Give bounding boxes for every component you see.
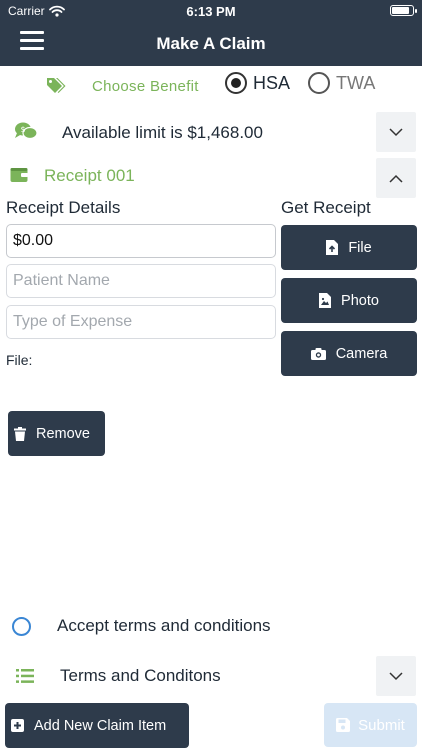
remove-button-label: Remove	[36, 425, 90, 442]
twa-label[interactable]: TWA	[336, 73, 375, 94]
limit-expand-button[interactable]	[376, 112, 416, 152]
terms-expand-button[interactable]	[376, 656, 416, 696]
patient-name-field[interactable]: Patient Name	[6, 264, 276, 298]
benefit-selector: Choose Benefit HSA TWA	[0, 68, 422, 102]
camera-icon	[310, 347, 326, 360]
top-navigation-bar: Carrier 6:13 PM Make A Claim	[0, 0, 422, 66]
receipt-collapse-button[interactable]	[376, 158, 416, 198]
submit-label: Submit	[358, 716, 405, 734]
file-button-label: File	[348, 239, 372, 256]
expense-type-field[interactable]: Type of Expense	[6, 305, 276, 339]
accept-terms-radio[interactable]	[12, 617, 31, 636]
terms-section-title: Terms and Conditons	[60, 666, 221, 685]
receipt-title: Receipt 001	[44, 166, 135, 185]
twa-radio[interactable]	[308, 72, 330, 94]
list-icon	[16, 669, 34, 683]
add-claim-item-button[interactable]: Add New Claim Item	[5, 703, 189, 748]
photo-button-label: Photo	[341, 292, 379, 309]
accept-terms-label: Accept terms and conditions	[57, 616, 271, 635]
chevron-down-icon	[389, 127, 403, 136]
remove-button[interactable]: Remove	[8, 411, 105, 456]
save-icon	[336, 718, 351, 732]
amount-field[interactable]: $0.00	[6, 224, 276, 258]
available-limit-text: Available limit is $1,468.00	[62, 123, 263, 142]
camera-button[interactable]: Camera	[281, 331, 417, 376]
add-claim-item-label: Add New Claim Item	[34, 717, 167, 734]
camera-button-label: Camera	[335, 345, 388, 362]
accept-terms-row[interactable]: Accept terms and conditions	[0, 606, 422, 646]
plus-square-icon	[11, 719, 24, 732]
battery-level-fill	[392, 7, 409, 14]
file-label: File:	[6, 352, 33, 368]
file-upload-icon	[326, 240, 339, 255]
wallet-icon	[10, 168, 28, 182]
money-chat-icon: $	[15, 122, 38, 140]
chevron-up-icon	[389, 174, 403, 183]
hsa-label[interactable]: HSA	[253, 73, 290, 94]
page-title: Make A Claim	[156, 34, 266, 53]
battery-icon	[390, 5, 417, 16]
status-time: 6:13 PM	[186, 4, 236, 19]
file-button[interactable]: File	[281, 225, 417, 270]
photo-button[interactable]: Photo	[281, 278, 417, 323]
receipt-details-heading: Receipt Details	[6, 198, 121, 217]
tags-icon	[47, 78, 66, 93]
submit-button[interactable]: Submit	[324, 703, 417, 747]
choose-benefit-label: Choose Benefit	[92, 78, 199, 95]
trash-icon	[14, 426, 26, 441]
receipt-header[interactable]: Receipt 001	[0, 158, 422, 198]
available-limit-row[interactable]: $ Available limit is $1,468.00	[0, 112, 422, 154]
get-receipt-heading: Get Receipt	[281, 198, 371, 217]
image-file-icon	[319, 293, 332, 308]
terms-section-row[interactable]: Terms and Conditons	[0, 656, 422, 696]
svg-text:$: $	[20, 125, 25, 134]
hsa-radio[interactable]	[225, 72, 247, 94]
chevron-down-icon	[389, 671, 403, 680]
